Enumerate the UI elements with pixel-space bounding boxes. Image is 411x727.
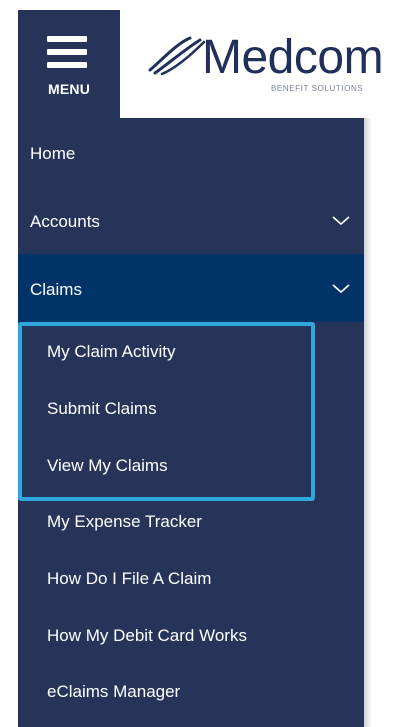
- subitem-how-do-i-file-a-claim[interactable]: How Do I File A Claim: [47, 569, 211, 589]
- subitem-submit-claims[interactable]: Submit Claims: [47, 399, 157, 419]
- subitem-my-expense-tracker[interactable]: My Expense Tracker: [47, 512, 202, 532]
- subitem-eclaims-manager[interactable]: eClaims Manager: [47, 682, 180, 702]
- chevron-down-icon: [332, 284, 350, 294]
- logo-swoosh-icon: [148, 36, 206, 76]
- sidebar-header: MENU Medcom BENEFIT SOLUTIONS: [18, 10, 390, 118]
- nav-item-label: Home: [30, 144, 76, 163]
- logo-subtext: BENEFIT SOLUTIONS: [271, 84, 364, 93]
- page-edge: [0, 0, 18, 727]
- sidebar: MENU Medcom BENEFIT SOLUTIONS Home Accou…: [18, 10, 390, 727]
- menu-button[interactable]: MENU: [18, 10, 120, 118]
- nav-item-accounts[interactable]: Accounts: [18, 186, 364, 254]
- sidebar-shadow: [364, 118, 372, 727]
- chevron-down-icon: [332, 216, 350, 226]
- subitem-my-claim-activity[interactable]: My Claim Activity: [47, 342, 175, 362]
- logo-wordmark: Medcom: [202, 31, 384, 84]
- subitem-how-my-debit-card-works[interactable]: How My Debit Card Works: [47, 626, 247, 646]
- logo[interactable]: Medcom BENEFIT SOLUTIONS: [120, 10, 390, 118]
- nav-item-claims[interactable]: Claims: [18, 254, 364, 322]
- hamburger-icon: [47, 36, 87, 70]
- nav-item-home[interactable]: Home: [18, 118, 364, 186]
- nav-item-label: Accounts: [30, 212, 100, 231]
- nav-item-label: Claims: [30, 280, 82, 299]
- menu-label: MENU: [47, 81, 91, 97]
- subitem-view-my-claims[interactable]: View My Claims: [47, 456, 168, 476]
